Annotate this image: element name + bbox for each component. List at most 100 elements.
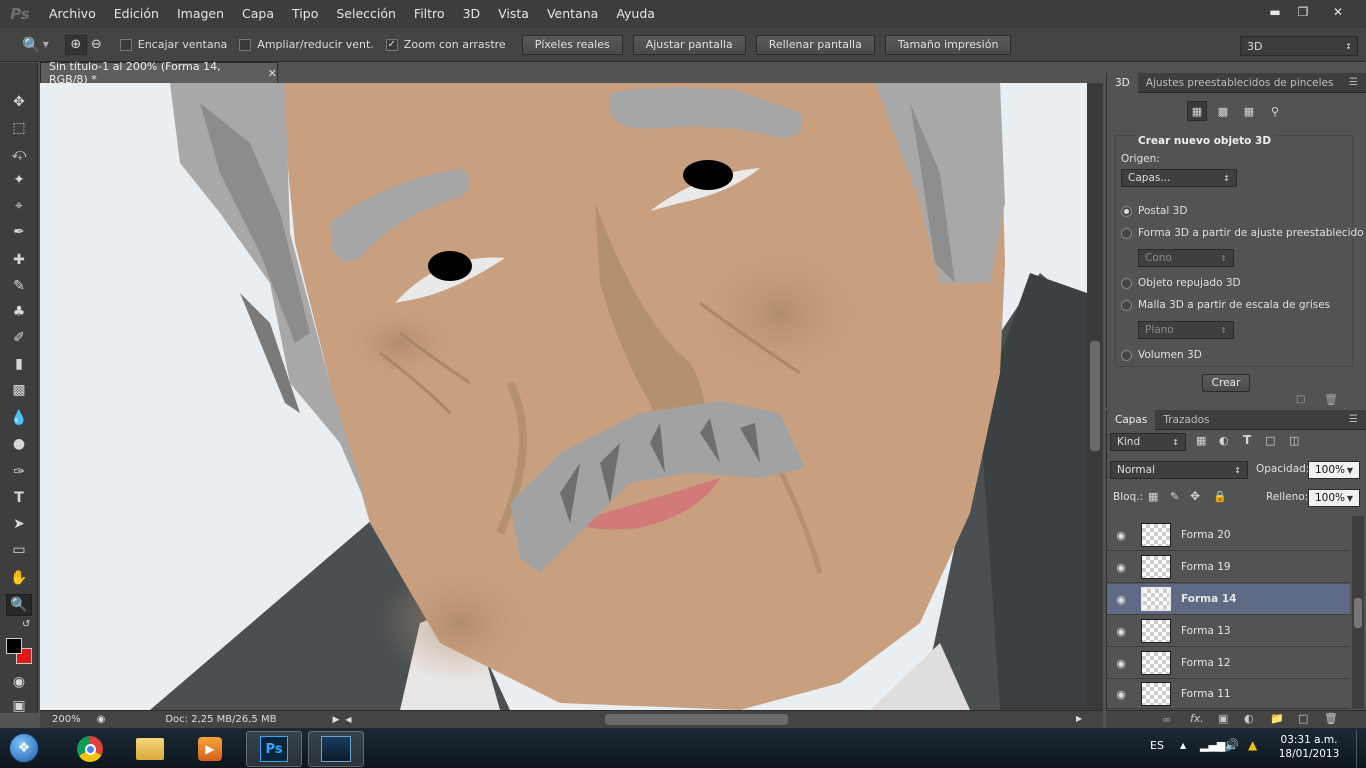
layer-row-forma-13[interactable]: ◉ Forma 13 <box>1107 616 1350 647</box>
radio-malla-3d[interactable]: Malla 3D a partir de escala de grises <box>1121 299 1330 311</box>
foreground-color-swatch[interactable] <box>6 638 22 654</box>
adjustment-filter-icon[interactable]: ◐ <box>1219 434 1229 447</box>
document-canvas[interactable] <box>40 83 1087 710</box>
close-tab-icon[interactable]: ✕ <box>268 67 277 80</box>
close-window-icon[interactable]: ✕ <box>1318 3 1358 21</box>
zoom-out-icon[interactable]: ⊖ <box>91 37 102 52</box>
mesh-filter-icon[interactable]: ▩ <box>1213 101 1233 121</box>
layer-row-forma-20[interactable]: ◉ Forma 20 <box>1107 520 1350 551</box>
delete-layer-icon[interactable]: 🗑 <box>1324 712 1338 725</box>
show-hidden-icons-icon[interactable]: ▲ <box>1180 741 1186 750</box>
fill-input[interactable]: 100% ▼ <box>1308 489 1360 507</box>
vertical-scrollbar[interactable] <box>1087 83 1103 710</box>
horizontal-scroll-thumb[interactable] <box>605 714 788 725</box>
radio-icon[interactable] <box>1121 205 1132 217</box>
kind-filter-select[interactable]: Kind ↕ <box>1110 433 1186 451</box>
fx-icon[interactable]: fx. <box>1190 712 1204 725</box>
vertical-scroll-thumb[interactable] <box>1090 341 1100 451</box>
material-filter-icon[interactable]: ▦ <box>1239 101 1259 121</box>
taskbar-app-window[interactable] <box>308 731 364 767</box>
crear-button[interactable]: Crear <box>1202 374 1250 392</box>
smart-object-filter-icon[interactable]: ◫ <box>1289 434 1299 447</box>
rellenar-pantalla-button[interactable]: Rellenar pantalla <box>755 34 875 55</box>
info-icon[interactable]: ◉ <box>97 714 106 725</box>
tab-3d[interactable]: 3D <box>1107 72 1138 93</box>
lock-all-icon[interactable]: 🔒 <box>1213 490 1227 503</box>
menu-ventana[interactable]: Ventana <box>538 0 607 28</box>
scroll-right-icon[interactable]: ▶ <box>1076 714 1082 723</box>
path-selection-icon[interactable]: ➤ <box>6 513 32 535</box>
menu-capa[interactable]: Capa <box>233 0 283 28</box>
eyedropper-icon[interactable]: ✒ <box>6 221 32 243</box>
eye-icon[interactable]: ◉ <box>1107 657 1135 670</box>
add-mask-icon[interactable]: ▣ <box>1218 712 1228 725</box>
zoom-arrastre-checkbox[interactable]: ✓ Zoom con arrastre <box>385 38 506 51</box>
chevron-down-icon[interactable]: ▼ <box>43 40 49 49</box>
screen-mode-icon[interactable]: ▣ <box>6 695 32 717</box>
language-indicator[interactable]: ES <box>1150 739 1164 752</box>
radio-icon[interactable] <box>1121 227 1132 239</box>
radio-icon[interactable] <box>1121 277 1132 289</box>
lasso-tool-icon[interactable]: ⤽ <box>6 143 32 165</box>
brush-tool-icon[interactable]: ✎ <box>6 275 32 297</box>
radio-forma-3d[interactable]: Forma 3D a partir de ajuste preestableci… <box>1121 227 1364 239</box>
menu-tipo[interactable]: Tipo <box>283 0 327 28</box>
blur-tool-icon[interactable]: 💧 <box>6 407 32 429</box>
group-folder-icon[interactable]: 📁 <box>1270 712 1284 725</box>
taskbar-chrome[interactable] <box>62 731 118 767</box>
menu-filtro[interactable]: Filtro <box>405 0 454 28</box>
menu-imagen[interactable]: Imagen <box>168 0 233 28</box>
panel-menu-icon[interactable]: ☰ <box>1349 77 1358 88</box>
volume-icon[interactable]: 🔊 <box>1224 738 1239 752</box>
layers-scrollbar[interactable] <box>1352 516 1364 709</box>
checkbox-icon[interactable] <box>239 38 252 51</box>
layer-row-forma-19[interactable]: ◉ Forma 19 <box>1107 552 1350 583</box>
radio-volumen-3d[interactable]: Volumen 3D <box>1121 349 1202 361</box>
eye-icon[interactable]: ◉ <box>1107 625 1135 638</box>
zoom-tool-icon[interactable]: 🔍 <box>6 594 32 616</box>
adjustment-layer-icon[interactable]: ◐ <box>1244 712 1254 725</box>
layer-row-forma-14[interactable]: ◉ Forma 14 <box>1107 584 1350 615</box>
crop-tool-icon[interactable]: ⌖ <box>6 195 32 217</box>
menu-archivo[interactable]: Archivo <box>40 0 105 28</box>
zoom-level[interactable]: 200% <box>52 714 81 725</box>
radio-icon[interactable] <box>1121 349 1132 361</box>
scroll-left-icon[interactable]: ◀ <box>345 715 351 724</box>
taskbar-photoshop[interactable]: Ps <box>246 731 302 767</box>
swap-colors-icon[interactable]: ↺ <box>22 619 30 630</box>
shape-filter-icon[interactable]: □ <box>1265 434 1275 447</box>
menu-ayuda[interactable]: Ayuda <box>607 0 664 28</box>
layer-row-forma-12[interactable]: ◉ Forma 12 <box>1107 648 1350 679</box>
document-tab[interactable]: Sin título-1 al 200% (Forma 14, RGB/8) *… <box>40 60 278 86</box>
radio-icon[interactable] <box>1121 299 1132 311</box>
taskbar-media-player[interactable]: ▶ <box>182 731 238 767</box>
checkbox-icon[interactable] <box>119 38 132 51</box>
stamp-tool-icon[interactable]: ♣ <box>6 301 32 323</box>
tab-brush-presets[interactable]: Ajustes preestablecidos de pinceles <box>1138 73 1342 93</box>
tamano-impresion-button[interactable]: Tamaño impresión <box>884 34 1012 55</box>
light-filter-icon[interactable]: ⚲ <box>1265 101 1285 121</box>
move-tool-icon[interactable]: ✥ <box>6 91 32 113</box>
eye-icon[interactable]: ◉ <box>1107 529 1135 542</box>
menu-vista[interactable]: Vista <box>489 0 538 28</box>
eye-icon[interactable]: ◉ <box>1107 688 1135 701</box>
marquee-tool-icon[interactable]: ⬚ <box>6 117 32 139</box>
eraser-tool-icon[interactable]: ▮ <box>6 353 32 375</box>
minimize-icon[interactable]: ▬ <box>1262 3 1288 21</box>
panel-menu-icon[interactable]: ☰ <box>1349 414 1358 425</box>
layer-row-forma-11[interactable]: ◉ Forma 11 <box>1107 680 1350 709</box>
restore-icon[interactable]: ❐ <box>1290 3 1316 21</box>
zoom-in-icon[interactable]: ⊕ <box>64 34 87 55</box>
zoom-tool-icon[interactable]: 🔍 <box>22 36 41 54</box>
chevron-down-icon[interactable]: ▼ <box>1347 466 1353 475</box>
checkmark-icon[interactable]: ✓ <box>385 38 398 51</box>
quick-mask-icon[interactable]: ◉ <box>6 671 32 693</box>
windows-logo-icon[interactable]: ❖ <box>9 733 39 763</box>
healing-brush-icon[interactable]: ✚ <box>6 249 32 271</box>
drive-icon[interactable]: ▲ <box>1248 738 1257 752</box>
workspace-select[interactable]: 3D ↕ <box>1240 36 1358 56</box>
trash-icon[interactable]: 🗑 <box>1324 393 1338 406</box>
tab-capas[interactable]: Capas <box>1107 409 1156 430</box>
taskbar-explorer[interactable] <box>122 731 178 767</box>
ampliar-checkbox[interactable]: Ampliar/reducir vent. <box>239 38 374 51</box>
